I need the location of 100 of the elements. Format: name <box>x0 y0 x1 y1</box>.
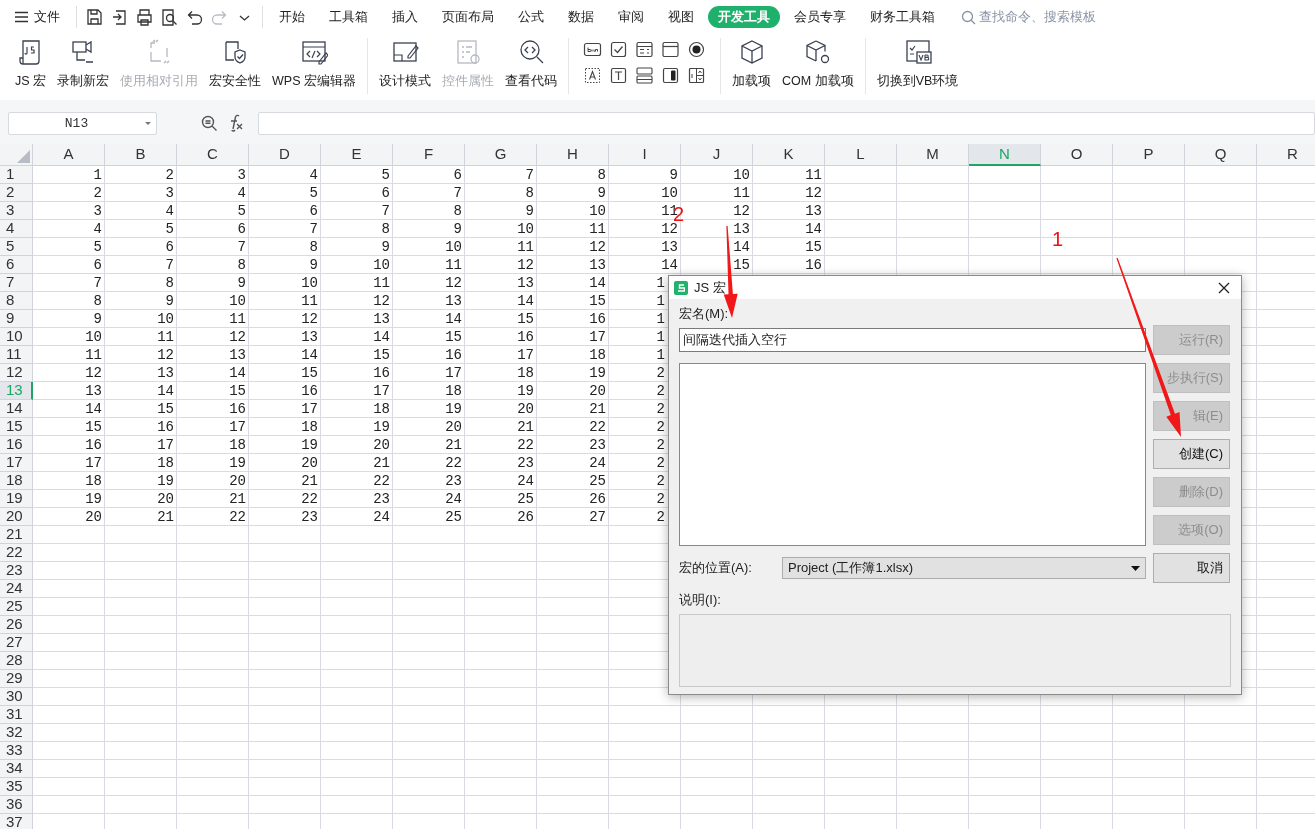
ribbon-button[interactable]: JS 宏 <box>10 38 52 96</box>
window-frame-icon[interactable] <box>661 40 680 59</box>
row-header[interactable]: 10 <box>0 328 33 346</box>
column-header[interactable]: R <box>1257 144 1315 166</box>
ribbon-tab[interactable]: 页面布局 <box>432 6 504 28</box>
row-header[interactable]: 5 <box>0 238 33 256</box>
column-header[interactable]: O <box>1041 144 1113 166</box>
row-header[interactable]: 29 <box>0 670 33 688</box>
radio-button-icon[interactable] <box>687 40 706 59</box>
ribbon-button[interactable]: WPS 宏编辑器 <box>267 38 361 96</box>
column-header[interactable]: C <box>177 144 249 166</box>
row-header[interactable]: 17 <box>0 454 33 472</box>
column-header[interactable]: P <box>1113 144 1185 166</box>
row-header[interactable]: 31 <box>0 706 33 724</box>
cell-value: 12 <box>661 222 678 236</box>
command-button-icon[interactable] <box>635 66 654 85</box>
ribbon-button[interactable]: 查看代码 <box>500 38 562 96</box>
list-box-icon[interactable] <box>635 40 654 59</box>
print-icon[interactable] <box>135 7 154 27</box>
ribbon-tab[interactable]: 会员专享 <box>784 6 856 28</box>
ribbon-tab[interactable]: 工具箱 <box>319 6 378 28</box>
row-header[interactable]: 22 <box>0 544 33 562</box>
row-header[interactable]: 32 <box>0 724 33 742</box>
cell-value: 12 <box>229 330 246 344</box>
row-header[interactable]: 18 <box>0 472 33 490</box>
row-header[interactable]: 26 <box>0 616 33 634</box>
column-header[interactable]: H <box>537 144 609 166</box>
row-header[interactable]: 34 <box>0 760 33 778</box>
formula-input[interactable] <box>258 112 1315 135</box>
row-header[interactable]: 37 <box>0 814 33 829</box>
file-menu[interactable]: 文件 <box>14 5 68 29</box>
ribbon-tab[interactable]: 财务工具箱 <box>860 6 945 28</box>
dialog-button[interactable]: 创建(C) <box>1153 439 1230 469</box>
column-header[interactable]: J <box>681 144 753 166</box>
row-header[interactable]: 36 <box>0 796 33 814</box>
row-header[interactable]: 9 <box>0 310 33 328</box>
row-header[interactable]: 33 <box>0 742 33 760</box>
row-header[interactable]: 27 <box>0 634 33 652</box>
column-header[interactable]: E <box>321 144 393 166</box>
row-header[interactable]: 3 <box>0 202 33 220</box>
ribbon-button[interactable]: COM 加载项 <box>777 38 859 96</box>
save-icon[interactable] <box>85 7 104 27</box>
row-header[interactable]: 12 <box>0 364 33 382</box>
ribbon-button[interactable]: 宏安全性 <box>204 38 267 96</box>
toggle-icon[interactable] <box>661 66 680 85</box>
row-header[interactable]: 2 <box>0 184 33 202</box>
cell-value: 4 <box>309 168 318 182</box>
row-header[interactable]: 8 <box>0 292 33 310</box>
document-arrow-icon[interactable] <box>110 7 129 27</box>
row-header[interactable]: 15 <box>0 418 33 436</box>
row-header[interactable]: 21 <box>0 526 33 544</box>
ribbon-button[interactable]: 加载项 <box>727 38 776 96</box>
row-header[interactable]: 30 <box>0 688 33 706</box>
location-dropdown[interactable]: Project (工作簿1.xlsx) <box>782 557 1146 579</box>
ribbon-button[interactable]: 录制新宏 <box>52 38 115 96</box>
dropdown-arrow-icon[interactable] <box>144 121 152 126</box>
row-header[interactable]: 16 <box>0 436 33 454</box>
column-header[interactable]: G <box>465 144 537 166</box>
row-header[interactable]: 6 <box>0 256 33 274</box>
text-box-icon[interactable] <box>609 66 628 85</box>
ribbon-tab[interactable]: 插入 <box>382 6 428 28</box>
ribbon-tab[interactable]: 视图 <box>658 6 704 28</box>
column-header[interactable]: A <box>33 144 105 166</box>
ribbon-tab[interactable]: 开始 <box>269 6 315 28</box>
row-header[interactable]: 20 <box>0 508 33 526</box>
column-header[interactable]: Q <box>1185 144 1257 166</box>
column-header[interactable]: B <box>105 144 177 166</box>
ribbon-button[interactable]: 设计模式 <box>374 38 436 96</box>
zoom-icon[interactable] <box>201 115 218 132</box>
row-header[interactable]: 23 <box>0 562 33 580</box>
ribbon-tab[interactable]: 公式 <box>508 6 554 28</box>
column-header[interactable]: F <box>393 144 465 166</box>
row-header[interactable]: 28 <box>0 652 33 670</box>
row-header[interactable]: 14 <box>0 400 33 418</box>
row-header[interactable]: 19 <box>0 490 33 508</box>
spin-button-icon[interactable] <box>687 66 706 85</box>
row-header[interactable]: 24 <box>0 580 33 598</box>
row-header[interactable]: 7 <box>0 274 33 292</box>
cell-value: 20 <box>85 510 102 524</box>
ribbon-button[interactable]: 切换到VB环境 <box>871 38 964 96</box>
button-control-icon[interactable] <box>583 40 602 59</box>
column-header[interactable]: I <box>609 144 681 166</box>
row-header[interactable]: 25 <box>0 598 33 616</box>
function-icon[interactable] <box>228 114 244 132</box>
print-preview-icon[interactable] <box>160 7 179 27</box>
dialog-button[interactable]: 取消 <box>1153 553 1230 583</box>
row-header[interactable]: 4 <box>0 220 33 238</box>
column-header[interactable]: L <box>825 144 897 166</box>
close-button[interactable] <box>1217 280 1231 295</box>
ribbon-tab[interactable]: 审阅 <box>608 6 654 28</box>
checkbox-icon[interactable] <box>609 40 628 59</box>
row-header[interactable]: 1 <box>0 166 33 184</box>
row-header[interactable]: 35 <box>0 778 33 796</box>
column-header[interactable]: M <box>897 144 969 166</box>
ribbon-tab[interactable]: 数据 <box>558 6 604 28</box>
macro-name-field[interactable]: 间隔迭代插入空行 <box>679 328 1146 352</box>
column-header[interactable]: D <box>249 144 321 166</box>
label-control-icon[interactable] <box>583 66 602 85</box>
column-header[interactable]: K <box>753 144 825 166</box>
row-header[interactable]: 11 <box>0 346 33 364</box>
